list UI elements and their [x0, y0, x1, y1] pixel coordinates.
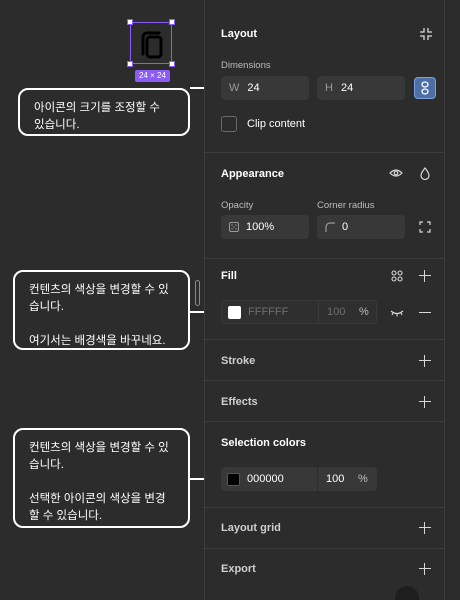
- design-panel: Layout Dimensions W 24 H 24 Clip content…: [204, 0, 445, 600]
- fill-title: Fill: [221, 270, 237, 282]
- hidden-eye-icon[interactable]: [388, 304, 406, 322]
- height-field[interactable]: H 24: [317, 76, 405, 100]
- export-section: Export: [205, 549, 445, 600]
- selected-icon-frame[interactable]: [127, 19, 175, 67]
- corner-radius-icon: [325, 222, 335, 232]
- selection-hex[interactable]: 000000: [247, 473, 317, 485]
- width-value: 24: [247, 82, 260, 94]
- corner-radius-field[interactable]: 0: [317, 215, 405, 239]
- canvas-area[interactable]: 24 × 24 아이콘의 크기를 조정할 수 있습니다. 컨텐츠의 색상을 변경…: [0, 0, 216, 600]
- fill-color-field[interactable]: FFFFFF 100 %: [221, 300, 377, 324]
- selection-field-divider: [317, 467, 318, 491]
- collapse-icon[interactable]: [417, 25, 435, 43]
- opacity-grid-icon: [229, 222, 239, 232]
- clip-content-checkbox[interactable]: [221, 116, 237, 132]
- selection-percent: %: [358, 473, 368, 485]
- callout-fill: 컨텐츠의 색상을 변경할 수 있 습니다. 여기서는 배경색을 바꾸네요.: [13, 270, 190, 350]
- blend-mode-drop-icon[interactable]: [416, 164, 434, 182]
- width-field[interactable]: W 24: [221, 76, 309, 100]
- fill-percent: %: [359, 306, 369, 318]
- effects-title: Effects: [221, 396, 258, 408]
- callout-resize-text: 아이콘의 크기를 조정할 수 있습니다.: [34, 102, 160, 131]
- selection-color-field[interactable]: 000000 100 %: [221, 467, 377, 491]
- callout-selection-colors: 컨텐츠의 색상을 변경할 수 있 습니다. 선택한 아이콘의 색상을 변경 할 …: [13, 428, 190, 528]
- clip-content-label: Clip content: [247, 118, 306, 130]
- corner-radius-value: 0: [342, 221, 349, 233]
- stroke-section: Stroke: [205, 340, 445, 381]
- copy-icon: [141, 31, 163, 59]
- size-badge: 24 × 24: [135, 70, 170, 82]
- layout-title: Layout: [221, 28, 258, 40]
- add-effect-plus-icon[interactable]: [419, 396, 431, 408]
- fill-section: Fill FFFFFF 100 %: [205, 259, 445, 340]
- opacity-value: 100%: [246, 221, 275, 233]
- panel-edge-strip: [445, 0, 460, 600]
- callout-resize: 아이콘의 크기를 조정할 수 있습니다.: [18, 88, 190, 136]
- resize-handle-top-right[interactable]: [169, 19, 175, 25]
- selection-colors-title: Selection colors: [221, 437, 306, 449]
- resize-handle-bottom-left[interactable]: [127, 61, 133, 67]
- canvas-scrollbar[interactable]: [195, 280, 200, 306]
- selection-colors-section: Selection colors 000000 100 %: [205, 422, 445, 508]
- corner-radius-label: Corner radius: [317, 200, 375, 211]
- add-layout-grid-plus-icon[interactable]: [419, 522, 431, 534]
- export-title: Export: [221, 563, 256, 575]
- remove-fill-minus-icon[interactable]: [419, 312, 431, 314]
- appearance-title: Appearance: [221, 168, 284, 180]
- callout-selection-text-2: 선택한 아이콘의 색상을 변경 할 수 있습니다.: [29, 493, 166, 522]
- layout-section: Layout Dimensions W 24 H 24 Clip content: [205, 0, 445, 153]
- stroke-title: Stroke: [221, 355, 256, 367]
- add-fill-plus-icon[interactable]: [419, 270, 431, 282]
- independent-corners-icon[interactable]: [416, 218, 434, 236]
- layout-grid-section: Layout grid: [205, 508, 445, 549]
- resize-handle-bottom-right[interactable]: [169, 61, 175, 67]
- fill-field-divider: [318, 300, 319, 324]
- help-button[interactable]: [395, 586, 419, 600]
- width-prefix: W: [229, 82, 240, 94]
- constrain-proportions-button[interactable]: [414, 77, 436, 99]
- height-value: 24: [340, 82, 354, 94]
- add-stroke-plus-icon[interactable]: [419, 355, 431, 367]
- appearance-section: Appearance Opacity Corner radius 100% 0: [205, 153, 445, 259]
- selection-opacity[interactable]: 100: [326, 473, 354, 485]
- callout-selection-text-1: 컨텐츠의 색상을 변경할 수 있 습니다.: [29, 442, 169, 471]
- callout-fill-text-1: 컨텐츠의 색상을 변경할 수 있 습니다.: [29, 284, 169, 313]
- effects-section: Effects: [205, 381, 445, 422]
- layout-grid-title: Layout grid: [221, 522, 281, 534]
- styles-grid-icon[interactable]: [388, 267, 406, 285]
- opacity-label: Opacity: [221, 200, 254, 211]
- selection-swatch[interactable]: [227, 472, 240, 486]
- fill-opacity[interactable]: 100: [327, 306, 355, 318]
- visibility-eye-icon[interactable]: [387, 164, 405, 182]
- resize-handle-top-left[interactable]: [127, 19, 133, 25]
- callout-fill-text-2: 여기서는 배경색을 바꾸네요.: [29, 335, 166, 347]
- link-icon: [421, 81, 429, 95]
- fill-hex[interactable]: FFFFFF: [248, 306, 318, 318]
- opacity-field[interactable]: 100%: [221, 215, 309, 239]
- add-export-plus-icon[interactable]: [419, 563, 431, 575]
- dimensions-label: Dimensions: [221, 60, 271, 71]
- fill-swatch[interactable]: [228, 305, 241, 319]
- height-prefix: H: [325, 82, 333, 94]
